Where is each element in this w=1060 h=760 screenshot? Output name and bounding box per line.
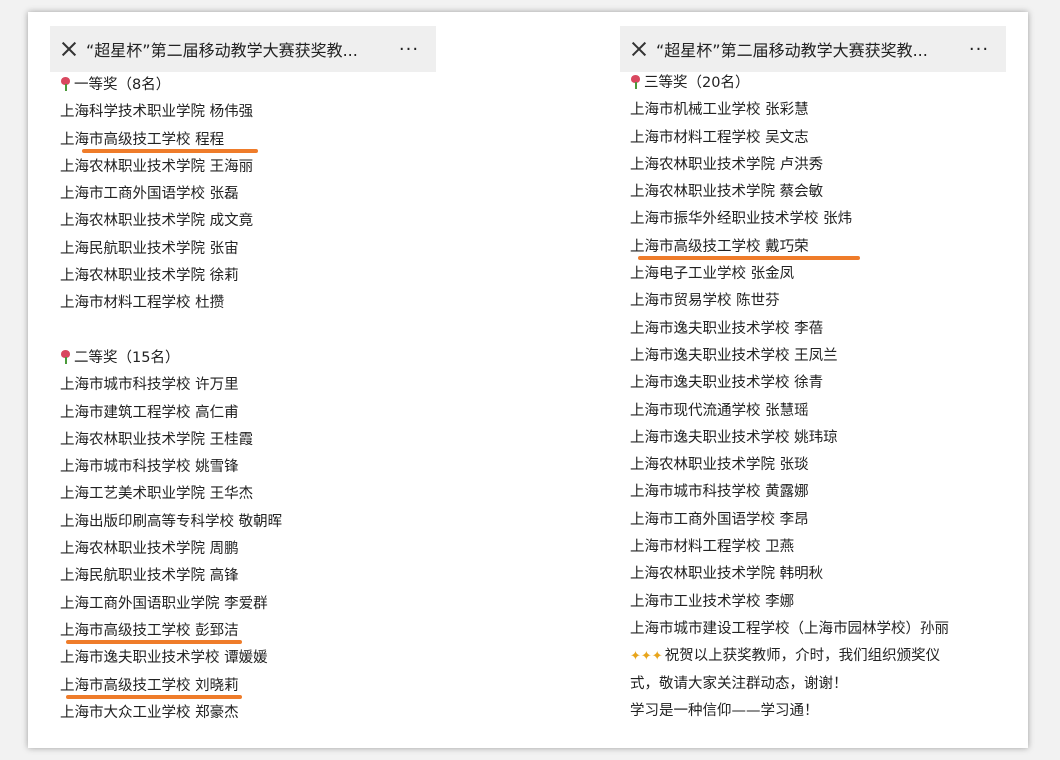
list-item: 上海市城市建设工程学校（上海市园林学校）孙丽 xyxy=(630,620,949,637)
list-item: 上海市大众工业学校 郑豪杰 xyxy=(60,704,239,721)
list-item-highlighted: 上海市高级技工学校 程程 xyxy=(60,127,436,154)
list-item: 上海市材料工程学校 杜攒 xyxy=(60,295,225,312)
screenshot-frame: “超星杯”第二届移动教学大赛获奖教... ··· 一等奖（8名） 上海科学技术职… xyxy=(28,12,1028,748)
list-item: 上海市逸夫职业技术学校 谭媛媛 xyxy=(60,650,268,667)
list-item: 上海工艺美术职业学院 王华杰 xyxy=(60,486,254,503)
list-item: 上海市城市科技学校 姚雪锋 xyxy=(60,459,239,476)
list-item: 上海农林职业技术学院 徐莉 xyxy=(60,268,239,285)
list-item-highlighted: 上海市高级技工学校 戴巧荣 xyxy=(630,234,1006,261)
list-item: 上海市城市科技学校 许万里 xyxy=(60,377,239,394)
list-item: 上海市工业技术学校 李娜 xyxy=(630,593,795,610)
list-item: 上海市逸夫职业技术学校 李蓓 xyxy=(630,320,824,337)
left-panel: “超星杯”第二届移动教学大赛获奖教... ··· 一等奖（8名） 上海科学技术职… xyxy=(50,26,436,727)
close-icon[interactable] xyxy=(60,40,78,58)
list-item: 上海市机械工业学校 张彩慧 xyxy=(630,102,809,119)
list-item-highlighted: 上海市高级技工学校 刘晓莉 xyxy=(60,673,436,700)
closing-line-2: 式，敬请大家关注群动态，谢谢！ xyxy=(630,675,848,692)
list-item: 上海市材料工程学校 吴文志 xyxy=(630,129,809,146)
more-icon[interactable]: ··· xyxy=(962,39,996,60)
tulip-icon xyxy=(60,349,71,364)
list-item: 上海市现代流通学校 张慧瑶 xyxy=(630,402,809,419)
right-panel: “超星杯”第二届移动教学大赛获奖教... ··· 三等奖（20名） 上海市机械工… xyxy=(620,26,1006,725)
second-prize-heading: 二等奖（15名） xyxy=(60,345,436,372)
right-header: “超星杯”第二届移动教学大赛获奖教... ··· xyxy=(620,26,1006,72)
closing-line-1: ✦✦✦ 祝贺以上获奖教师，介时，我们组织颁奖仪 xyxy=(630,643,1006,670)
list-item: 上海农林职业技术学院 卢洪秀 xyxy=(630,156,824,173)
list-item: 上海市贸易学校 陈世芬 xyxy=(630,293,780,310)
list-item: 上海市逸夫职业技术学校 徐青 xyxy=(630,375,824,392)
list-item: 上海市逸夫职业技术学校 姚玮琼 xyxy=(630,429,838,446)
first-prize-heading: 一等奖（8名） xyxy=(60,72,436,99)
list-item: 上海市建筑工程学校 高仁甫 xyxy=(60,404,239,421)
third-prize-heading: 三等奖（20名） xyxy=(630,70,1006,97)
list-item: 上海电子工业学校 张金凤 xyxy=(630,266,795,283)
party-popper-icon: ✦✦✦ xyxy=(630,649,663,665)
right-list: 三等奖（20名） 上海市机械工业学校 张彩慧 上海市材料工程学校 吴文志 上海农… xyxy=(620,70,1006,725)
list-item-highlighted: 上海市高级技工学校 彭郅洁 xyxy=(60,618,436,645)
list-item: 上海农林职业技术学院 张琰 xyxy=(630,457,809,474)
left-header: “超星杯”第二届移动教学大赛获奖教... ··· xyxy=(50,26,436,72)
tulip-icon xyxy=(60,77,71,91)
page-title: “超星杯”第二届移动教学大赛获奖教... xyxy=(656,41,928,60)
list-item: 上海出版印刷高等专科学校 敬朝晖 xyxy=(60,513,283,530)
more-icon[interactable]: ··· xyxy=(392,39,426,60)
list-item: 上海市振华外经职业技术学校 张炜 xyxy=(630,211,853,228)
list-item: 上海农林职业技术学院 成文竟 xyxy=(60,213,254,230)
list-item: 上海民航职业技术学院 张宙 xyxy=(60,240,239,257)
closing-line-3: 学习是一种信仰——学习通！ xyxy=(630,702,819,719)
close-icon[interactable] xyxy=(630,40,648,58)
list-item: 上海市工商外国语学校 李昂 xyxy=(630,511,809,528)
list-item: 上海民航职业技术学院 高锋 xyxy=(60,568,239,585)
left-list: 一等奖（8名） 上海科学技术职业学院 杨伟强 上海市高级技工学校 程程 上海农林… xyxy=(50,72,436,727)
list-item: 上海市城市科技学校 黄露娜 xyxy=(630,484,809,501)
list-item: 上海工商外国语职业学院 李爱群 xyxy=(60,595,268,612)
list-item: 上海农林职业技术学院 王海丽 xyxy=(60,158,254,175)
tulip-icon xyxy=(630,75,641,89)
list-item: 上海市材料工程学校 卫燕 xyxy=(630,539,795,556)
list-item: 上海农林职业技术学院 王桂霞 xyxy=(60,431,254,448)
list-item: 上海市工商外国语学校 张磊 xyxy=(60,186,239,203)
list-item: 上海科学技术职业学院 杨伟强 xyxy=(60,104,254,121)
list-item: 上海农林职业技术学院 韩明秋 xyxy=(630,566,824,583)
list-item: 上海农林职业技术学院 周鹏 xyxy=(60,541,239,558)
list-item: 上海农林职业技术学院 蔡会敏 xyxy=(630,184,824,201)
list-item: 上海市逸夫职业技术学校 王凤兰 xyxy=(630,347,838,364)
page-title: “超星杯”第二届移动教学大赛获奖教... xyxy=(86,41,358,60)
